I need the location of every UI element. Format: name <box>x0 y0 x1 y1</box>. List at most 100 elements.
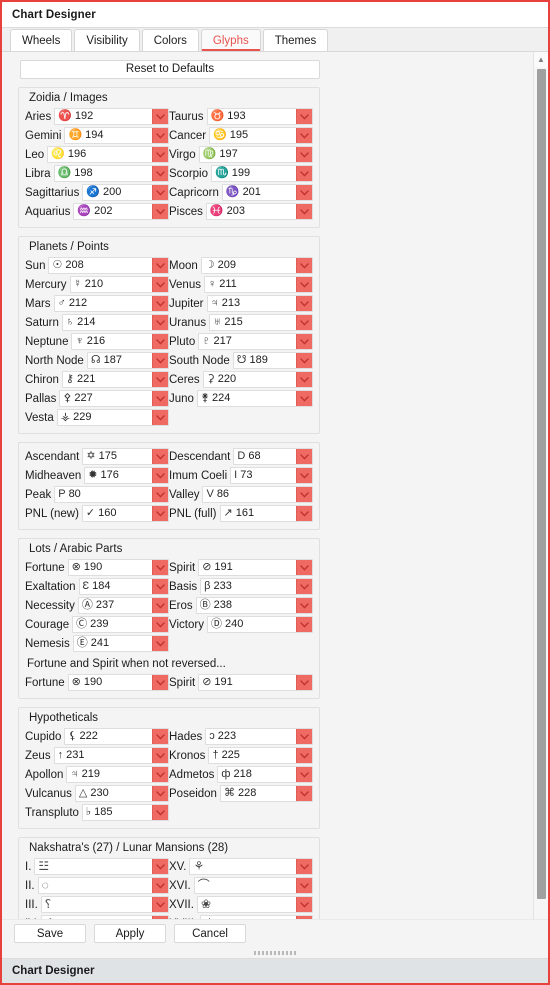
chevron-down-icon[interactable] <box>296 859 312 874</box>
tab-themes[interactable]: Themes <box>262 29 329 51</box>
glyph-combobox[interactable]: ⌒ <box>193 877 313 894</box>
chevron-down-icon[interactable] <box>152 897 168 912</box>
chevron-down-icon[interactable] <box>296 109 312 124</box>
glyph-combobox[interactable]: Ⓐ 237 <box>77 597 169 614</box>
chevron-down-icon[interactable] <box>296 147 312 162</box>
chevron-down-icon[interactable] <box>296 258 312 273</box>
chevron-down-icon[interactable] <box>152 353 168 368</box>
tab-colors[interactable]: Colors <box>141 29 199 51</box>
vertical-scrollbar[interactable]: ▲ <box>533 52 548 919</box>
chevron-down-icon[interactable] <box>296 468 312 483</box>
glyph-combobox[interactable]: ⚸ 222 <box>64 728 169 745</box>
glyph-combobox[interactable]: ⚶ 229 <box>56 409 169 426</box>
chevron-down-icon[interactable] <box>152 748 168 763</box>
glyph-combobox[interactable]: ⊗ 190 <box>67 559 169 576</box>
glyph-combobox[interactable]: ♇ 217 <box>198 333 313 350</box>
glyph-combobox[interactable]: V 86 <box>202 486 313 503</box>
chevron-down-icon[interactable] <box>152 410 168 425</box>
glyph-combobox[interactable]: Ⓓ 240 <box>206 616 313 633</box>
chevron-down-icon[interactable] <box>296 767 312 782</box>
chevron-down-icon[interactable] <box>152 166 168 181</box>
chevron-down-icon[interactable] <box>296 277 312 292</box>
glyph-combobox[interactable]: ♟ <box>41 915 169 919</box>
chevron-down-icon[interactable] <box>152 805 168 820</box>
glyph-combobox[interactable]: ♃ 219 <box>66 766 169 783</box>
glyph-combobox[interactable]: Ⓒ 239 <box>72 616 169 633</box>
chevron-down-icon[interactable] <box>296 487 312 502</box>
chevron-down-icon[interactable] <box>296 897 312 912</box>
glyph-combobox[interactable]: Ɛ 184 <box>78 578 169 595</box>
chevron-down-icon[interactable] <box>152 859 168 874</box>
chevron-down-icon[interactable] <box>152 506 168 521</box>
glyph-combobox[interactable]: ◌ <box>37 877 169 894</box>
glyph-combobox[interactable]: ✓ 160 <box>81 505 169 522</box>
chevron-down-icon[interactable] <box>296 729 312 744</box>
glyph-combobox[interactable]: ⚷ 221 <box>61 371 169 388</box>
chevron-down-icon[interactable] <box>152 391 168 406</box>
chevron-down-icon[interactable] <box>152 277 168 292</box>
reset-to-defaults-button[interactable]: Reset to Defaults <box>20 60 320 79</box>
chevron-down-icon[interactable] <box>152 109 168 124</box>
glyph-combobox[interactable]: β 233 <box>200 578 313 595</box>
glyph-combobox[interactable]: ✹ 176 <box>84 467 169 484</box>
chevron-down-icon[interactable] <box>296 579 312 594</box>
glyph-combobox[interactable]: ↗ 161 <box>219 505 313 522</box>
glyph-combobox[interactable]: ♭ 185 <box>81 804 169 821</box>
chevron-down-icon[interactable] <box>152 598 168 613</box>
glyph-combobox[interactable]: ♆ 216 <box>71 333 169 350</box>
glyph-combobox[interactable]: ♂ 212 <box>53 295 169 312</box>
tab-glyphs[interactable]: Glyphs <box>200 29 261 51</box>
chevron-down-icon[interactable] <box>296 334 312 349</box>
chevron-down-icon[interactable] <box>152 579 168 594</box>
glyph-combobox[interactable]: ♌ 196 <box>47 146 169 163</box>
chevron-down-icon[interactable] <box>152 334 168 349</box>
glyph-combobox[interactable]: ↄ 223 <box>205 728 313 745</box>
glyph-combobox[interactable]: ↑ 231 <box>53 747 169 764</box>
glyph-combobox[interactable]: ♎ 198 <box>53 165 169 182</box>
chevron-down-icon[interactable] <box>152 147 168 162</box>
glyph-combobox[interactable]: ♓ 203 <box>205 203 313 220</box>
glyph-combobox[interactable]: ♐ 200 <box>82 184 169 201</box>
chevron-down-icon[interactable] <box>152 636 168 651</box>
scroll-up-arrow-icon[interactable]: ▲ <box>533 52 548 67</box>
glyph-combobox[interactable]: ⊘ 191 <box>198 559 313 576</box>
glyph-combobox[interactable]: ⚵ 224 <box>196 390 313 407</box>
chevron-down-icon[interactable] <box>152 468 168 483</box>
scrollbar-thumb[interactable] <box>536 69 546 899</box>
cancel-button[interactable]: Cancel <box>174 924 246 943</box>
glyph-combobox[interactable]: ⸮ <box>40 896 169 913</box>
chevron-down-icon[interactable] <box>152 296 168 311</box>
glyph-combobox[interactable]: ♑ 201 <box>221 184 313 201</box>
glyph-combobox[interactable]: ⚳ 220 <box>202 371 313 388</box>
glyph-combobox[interactable]: ☸ <box>200 915 313 919</box>
chevron-down-icon[interactable] <box>152 916 168 919</box>
glyph-combobox[interactable]: ❀ <box>196 896 313 913</box>
glyph-combobox[interactable]: ⊗ 190 <box>67 674 169 691</box>
chevron-down-icon[interactable] <box>296 166 312 181</box>
glyph-combobox[interactable]: ⌘ 228 <box>219 785 313 802</box>
glyph-combobox[interactable]: ☳ <box>34 858 169 875</box>
resize-grip-bar[interactable] <box>2 947 548 959</box>
glyph-combobox[interactable]: ♈ 192 <box>54 108 169 125</box>
chevron-down-icon[interactable] <box>296 598 312 613</box>
tab-visibility[interactable]: Visibility <box>74 29 140 51</box>
resize-grip-icon[interactable] <box>254 950 296 955</box>
chevron-down-icon[interactable] <box>296 506 312 521</box>
chevron-down-icon[interactable] <box>152 185 168 200</box>
chevron-down-icon[interactable] <box>296 296 312 311</box>
glyph-combobox[interactable]: ♉ 193 <box>206 108 313 125</box>
glyph-combobox[interactable]: ⚴ 227 <box>59 390 169 407</box>
glyph-combobox[interactable]: ☽ 209 <box>200 257 313 274</box>
chevron-down-icon[interactable] <box>152 617 168 632</box>
chevron-down-icon[interactable] <box>152 449 168 464</box>
chevron-down-icon[interactable] <box>296 128 312 143</box>
glyph-combobox[interactable]: ♋ 195 <box>209 127 313 144</box>
chevron-down-icon[interactable] <box>296 353 312 368</box>
glyph-combobox[interactable]: Ⓔ 241 <box>72 635 169 652</box>
glyph-combobox[interactable]: ⚘ <box>189 858 313 875</box>
chevron-down-icon[interactable] <box>296 391 312 406</box>
glyph-combobox[interactable]: ♒ 202 <box>73 203 169 220</box>
glyph-combobox[interactable]: † 225 <box>208 747 313 764</box>
chevron-down-icon[interactable] <box>152 128 168 143</box>
glyph-combobox[interactable]: ♀ 211 <box>203 276 313 293</box>
